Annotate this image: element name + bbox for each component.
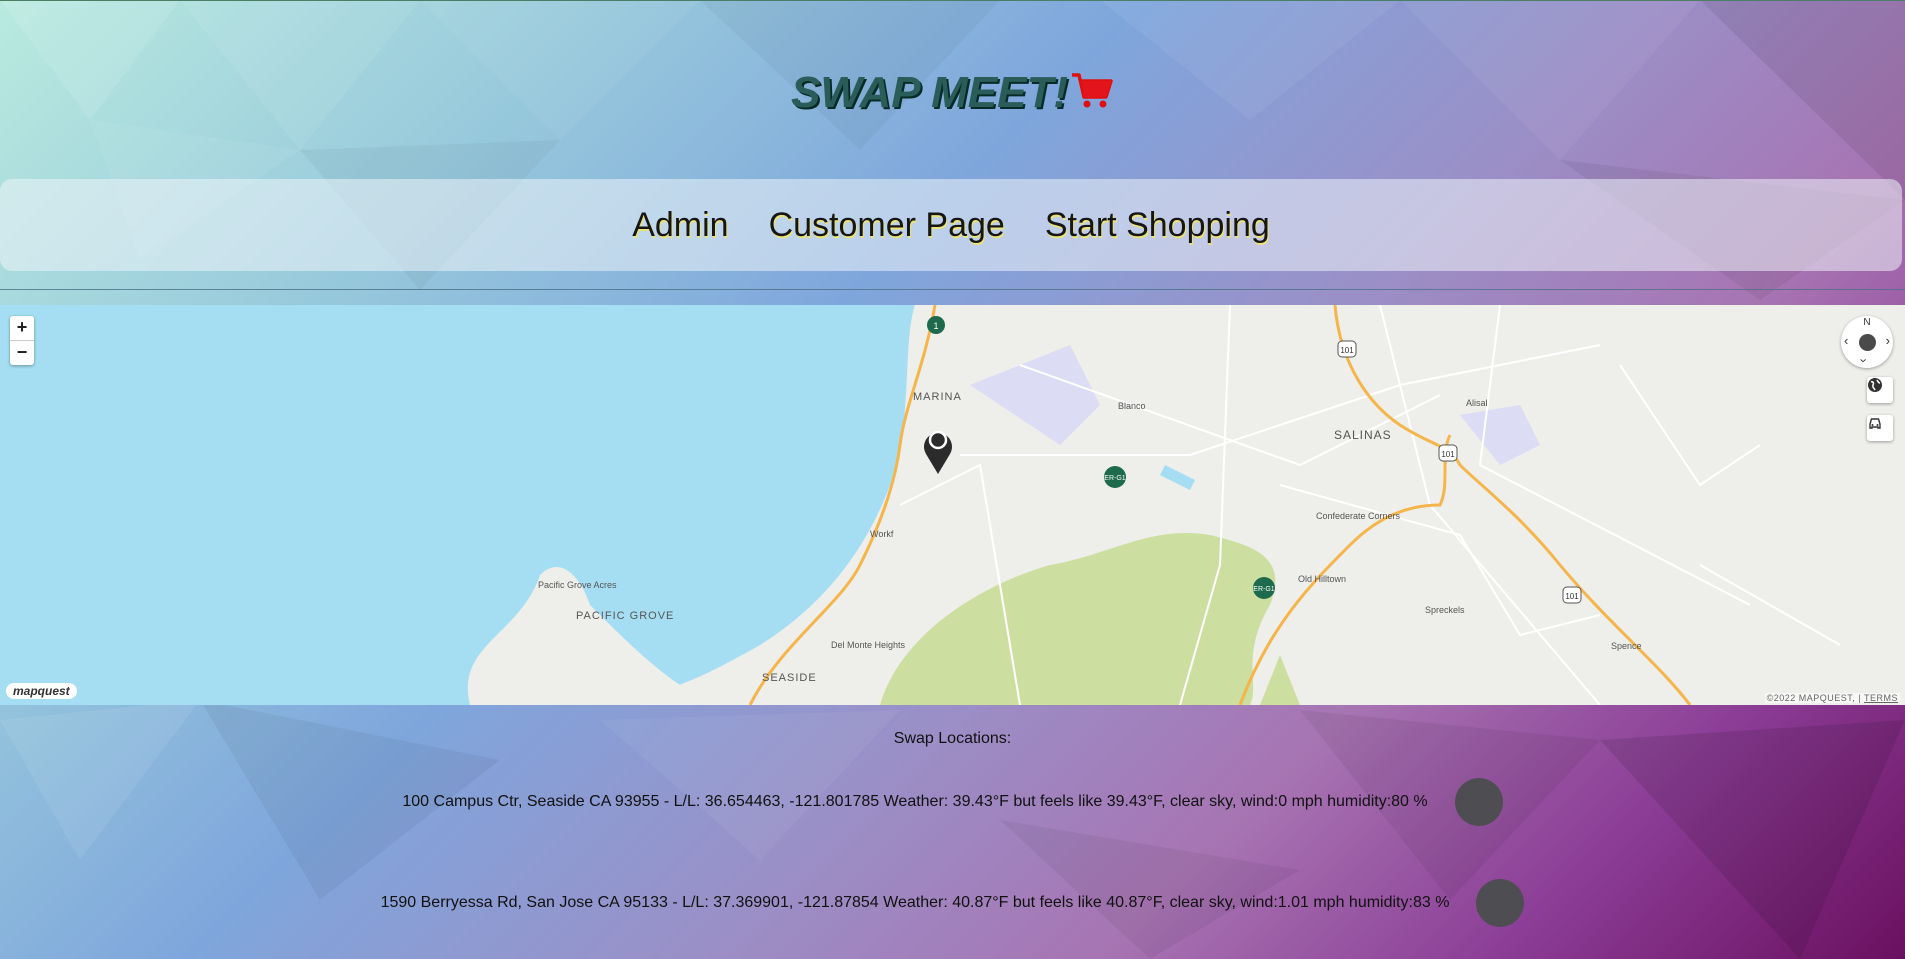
nav-admin-link[interactable]: Admin — [630, 206, 730, 245]
map-label-confederate-corners: Confederate Corners — [1316, 511, 1401, 521]
highway-shield-101b: 101 — [1438, 444, 1458, 462]
zoom-in-button[interactable]: + — [10, 316, 34, 340]
map-label-pacific-grove: PACIFIC GROVE — [576, 610, 674, 622]
traffic-button[interactable] — [1867, 415, 1893, 441]
location-row: 1590 Berryessa Rd, San Jose CA 95133 - L… — [0, 879, 1905, 927]
map-label-blanco: Blanco — [1118, 401, 1146, 411]
highway-shield-101a: 101 — [1337, 340, 1357, 358]
weather-icon — [1476, 879, 1525, 927]
map-label-old-hilltown: Old Hilltown — [1298, 574, 1346, 584]
map-label-alisal: Alisal — [1466, 398, 1488, 408]
map-canvas[interactable]: 1 101 101 101 ER-G1 ER-G1 MARINA Blanco … — [0, 305, 1905, 705]
car-icon — [1869, 418, 1881, 429]
nav-customer-page-link[interactable]: Customer Page — [767, 206, 1007, 245]
map-attribution: ©2022 MAPQUEST, | TERMS — [1764, 693, 1900, 703]
highway-shield-1: 1 — [927, 316, 945, 334]
main-nav: Admin Customer Page Start Shopping — [0, 179, 1902, 271]
globe-button[interactable] — [1867, 377, 1893, 403]
mapquest-logo: mapquest — [6, 683, 77, 699]
highway-shield-g1a: ER-G1 — [1104, 466, 1126, 488]
svg-text:ER-G1: ER-G1 — [1253, 586, 1275, 593]
pan-left-icon[interactable]: ‹ — [1844, 333, 1848, 348]
svg-text:101: 101 — [1565, 592, 1579, 601]
divider — [0, 289, 1905, 290]
map[interactable]: 1 101 101 101 ER-G1 ER-G1 MARINA Blanco … — [0, 305, 1905, 705]
map-label-spreckels: Spreckels — [1425, 605, 1465, 615]
page-title: SWAP MEET! — [0, 68, 1905, 122]
nav-start-shopping-link[interactable]: Start Shopping — [1043, 206, 1272, 245]
map-label-marina: MARINA — [913, 391, 962, 403]
map-label-pacific-grove-acres: Pacific Grove Acres — [538, 580, 617, 590]
svg-text:1: 1 — [933, 321, 938, 331]
location-text: 100 Campus Ctr, Seaside CA 93955 - L/L: … — [402, 793, 1428, 811]
location-row: 100 Campus Ctr, Seaside CA 93955 - L/L: … — [0, 778, 1905, 826]
shopping-cart-icon — [1070, 71, 1114, 122]
globe-icon — [1868, 378, 1882, 392]
pan-down-icon[interactable]: › — [1857, 358, 1872, 362]
weather-icon — [1454, 778, 1503, 826]
svg-text:101: 101 — [1441, 450, 1455, 459]
map-label-workf: Workf — [870, 529, 894, 539]
svg-text:101: 101 — [1340, 346, 1354, 355]
location-text: 1590 Berryessa Rd, San Jose CA 95133 - L… — [380, 894, 1450, 912]
swap-locations-heading: Swap Locations: — [893, 730, 1012, 747]
compass-north-label: N — [1863, 317, 1871, 328]
zoom-control: + − — [10, 316, 34, 365]
highway-shield-101c: 101 — [1562, 586, 1582, 604]
zoom-out-button[interactable]: − — [10, 340, 34, 365]
compass-control[interactable]: N ‹ › › — [1841, 316, 1893, 368]
svg-text:ER-G1: ER-G1 — [1104, 475, 1126, 482]
map-label-salinas: SALINAS — [1334, 428, 1392, 442]
terms-link[interactable]: TERMS — [1864, 693, 1898, 703]
pan-right-icon[interactable]: › — [1886, 333, 1890, 348]
map-label-spence: Spence — [1611, 641, 1642, 651]
highway-shield-g1b: ER-G1 — [1253, 577, 1275, 599]
title-text: SWAP MEET! — [790, 68, 1069, 117]
map-label-del-monte-heights: Del Monte Heights — [831, 640, 906, 650]
compass-center-icon[interactable] — [1859, 334, 1876, 351]
top-border — [0, 0, 1905, 1]
map-label-seaside: SEASIDE — [762, 672, 817, 684]
attribution-text: ©2022 MAPQUEST, — [1766, 693, 1856, 703]
